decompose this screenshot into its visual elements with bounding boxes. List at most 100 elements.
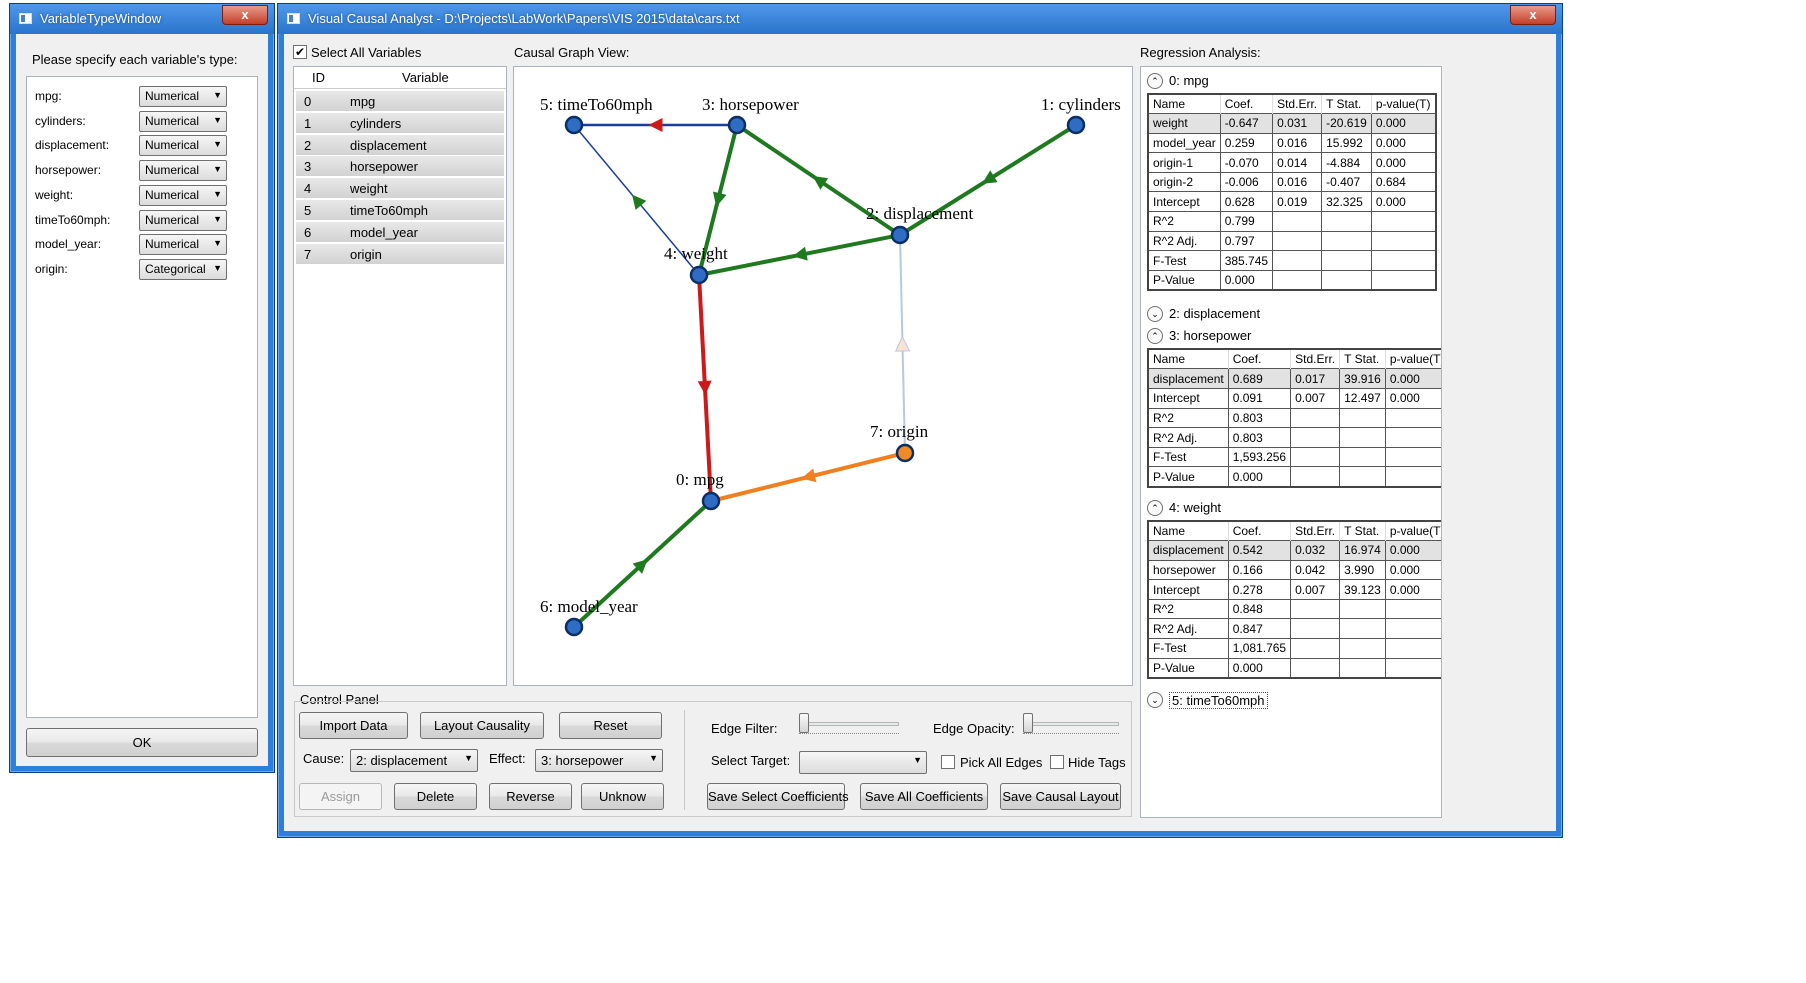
regression-row[interactable]: F-Test 1,081.765 [1147, 638, 1441, 659]
close-button[interactable]: x [1510, 5, 1556, 25]
variable-type-select[interactable]: Numerical ▼ [139, 135, 227, 157]
unknow-button[interactable]: Unknow [581, 783, 664, 810]
chevron-down-icon[interactable]: ⌄ [1147, 692, 1163, 709]
cause-select[interactable]: 2: displacement ▼ [350, 749, 478, 772]
variable-type-select[interactable]: Numerical ▼ [139, 234, 227, 256]
regression-row[interactable]: Intercept 0.278 0.007 39.123 0.000 [1147, 579, 1441, 600]
graph-node[interactable] [564, 617, 584, 637]
regression-column-header[interactable]: Std.Err. [1290, 349, 1341, 369]
save-all-coefficients-button[interactable]: Save All Coefficients [860, 783, 988, 810]
regression-row[interactable]: F-Test 1,593.256 [1147, 446, 1441, 468]
variable-list-row[interactable]: 4 weight [296, 178, 504, 200]
regression-row[interactable]: Intercept 0.091 0.007 12.497 0.000 [1147, 388, 1441, 409]
regression-row[interactable]: R^2 0.848 [1147, 598, 1441, 620]
chevron-down-icon[interactable]: ⌄ [1147, 306, 1163, 323]
variable-type-select[interactable]: Numerical ▼ [139, 209, 227, 231]
regression-column-header[interactable]: Coef. [1220, 94, 1274, 114]
regression-row[interactable]: displacement 0.542 0.032 16.974 0.000 [1147, 540, 1441, 561]
regression-row[interactable]: R^2 Adj. 0.797 [1147, 230, 1437, 252]
variable-list-row[interactable]: 6 model_year [296, 221, 504, 243]
variable-type-select[interactable]: Categorical ▼ [139, 258, 227, 280]
regression-row[interactable]: origin-1 -0.070 0.014 -4.884 0.000 [1147, 152, 1437, 173]
variable-list-row[interactable]: 1 cylinders [296, 112, 504, 134]
regression-column-header[interactable]: Name [1148, 349, 1229, 369]
variable-list-row[interactable]: 2 displacement [296, 134, 504, 156]
delete-button[interactable]: Delete [394, 783, 477, 810]
regression-row[interactable]: P-Value 0.000 [1147, 466, 1441, 488]
regression-column-header[interactable]: Std.Err. [1272, 94, 1323, 114]
chevron-up-icon[interactable]: ⌃ [1147, 328, 1163, 345]
graph-node[interactable] [895, 443, 915, 463]
graph-node[interactable] [727, 115, 747, 135]
variable-list-row[interactable]: 7 origin [296, 243, 504, 265]
graph-node[interactable] [689, 265, 709, 285]
select-all-label: Select All Variables [311, 45, 422, 60]
regression-column-header[interactable]: Name [1148, 521, 1229, 541]
regression-column-header[interactable]: T Stat. [1321, 94, 1372, 114]
pick-all-edges-checkbox[interactable] [941, 755, 955, 769]
variable-type-select[interactable]: Numerical ▼ [139, 160, 227, 182]
variable-type-select[interactable]: Numerical ▼ [139, 184, 227, 206]
edge-filter-track[interactable] [799, 722, 899, 726]
regression-row[interactable]: R^2 Adj. 0.803 [1147, 427, 1441, 448]
variable-list-row[interactable]: 0 mpg [296, 91, 504, 112]
regression-row[interactable]: P-Value 0.000 [1147, 657, 1441, 679]
regression-column-header[interactable]: Name [1148, 94, 1221, 114]
select-all-checkbox[interactable]: ✔ [293, 45, 307, 59]
variable-type-select[interactable]: Numerical ▼ [139, 86, 227, 107]
regression-column-header[interactable]: T Stat. [1339, 349, 1386, 369]
regression-column-header[interactable]: p-value(T) [1385, 349, 1441, 369]
regression-row[interactable]: origin-2 -0.006 0.016 -0.407 0.684 [1147, 171, 1437, 193]
regression-column-header[interactable]: Coef. [1228, 349, 1292, 369]
regression-column-header[interactable]: Coef. [1228, 521, 1292, 541]
variable-list-row[interactable]: 5 timeTo60mph [296, 200, 504, 221]
regression-row[interactable]: weight -0.647 0.031 -20.619 0.000 [1147, 113, 1437, 134]
graph-node[interactable] [701, 491, 721, 511]
regression-row[interactable]: R^2 Adj. 0.847 [1147, 618, 1441, 640]
regression-row[interactable]: R^2 0.803 [1147, 407, 1441, 429]
main-titlebar[interactable]: Visual Causal Analyst - D:\Projects\LabW… [278, 4, 1562, 34]
regression-cell: 0.000 [1370, 113, 1437, 134]
reverse-button[interactable]: Reverse [489, 783, 572, 810]
regression-cell: 0.000 [1384, 540, 1441, 561]
regression-column-header[interactable]: p-value(T) [1385, 521, 1441, 541]
regression-cell [1290, 598, 1341, 620]
save-select-coefficients-button[interactable]: Save Select Coefficients [707, 783, 849, 810]
graph-edges [572, 118, 1078, 629]
variable-type-titlebar[interactable]: VariableTypeWindow x [10, 4, 274, 34]
regression-row[interactable]: horsepower 0.166 0.042 3.990 0.000 [1147, 559, 1441, 581]
regression-row[interactable]: R^2 0.799 [1147, 211, 1437, 232]
variable-list-row[interactable]: 3 horsepower [296, 156, 504, 178]
edge-opacity-track[interactable] [1023, 722, 1119, 726]
ok-button[interactable]: OK [26, 728, 258, 757]
regression-row[interactable]: displacement 0.689 0.017 39.916 0.000 [1147, 368, 1441, 390]
graph-node[interactable] [564, 115, 584, 135]
variable-type-select[interactable]: Numerical ▼ [139, 110, 227, 132]
hide-tags-checkbox[interactable] [1050, 755, 1064, 769]
effect-select[interactable]: 3: horsepower ▼ [535, 749, 663, 772]
edge-filter-slider[interactable] [799, 713, 809, 733]
regression-row[interactable]: Intercept 0.628 0.019 32.325 0.000 [1147, 191, 1437, 213]
column-header-id[interactable]: ID [312, 70, 325, 85]
regression-column-header[interactable]: T Stat. [1339, 521, 1386, 541]
import-data-button[interactable]: Import Data [299, 712, 408, 739]
column-header-variable[interactable]: Variable [402, 70, 449, 85]
graph-node[interactable] [1066, 115, 1086, 135]
reset-button[interactable]: Reset [559, 712, 662, 739]
assign-button[interactable]: Assign [299, 783, 382, 810]
close-button[interactable]: x [222, 5, 268, 25]
regression-column-header[interactable]: p-value(T) [1371, 94, 1437, 114]
regression-column-header[interactable]: Std.Err. [1290, 521, 1341, 541]
chevron-up-icon[interactable]: ⌃ [1147, 73, 1163, 89]
regression-row[interactable]: model_year 0.259 0.016 15.992 0.000 [1147, 132, 1437, 154]
chevron-up-icon[interactable]: ⌃ [1147, 500, 1163, 516]
regression-row[interactable]: P-Value 0.000 [1147, 269, 1437, 291]
causal-graph-canvas[interactable]: 5: timeTo60mph 3: horsepower 1: cylinders 2… [514, 67, 1134, 687]
graph-node[interactable] [890, 225, 910, 245]
layout-causality-button[interactable]: Layout Causality [420, 712, 544, 739]
save-causal-layout-button[interactable]: Save Causal Layout [1000, 783, 1121, 810]
regression-row[interactable]: F-Test 385.745 [1147, 250, 1437, 271]
select-target-select[interactable]: ▼ [799, 751, 927, 774]
edge-opacity-slider[interactable] [1023, 713, 1033, 733]
causal-graph-view[interactable]: 5: timeTo60mph 3: horsepower 1: cylinders 2… [513, 66, 1133, 686]
